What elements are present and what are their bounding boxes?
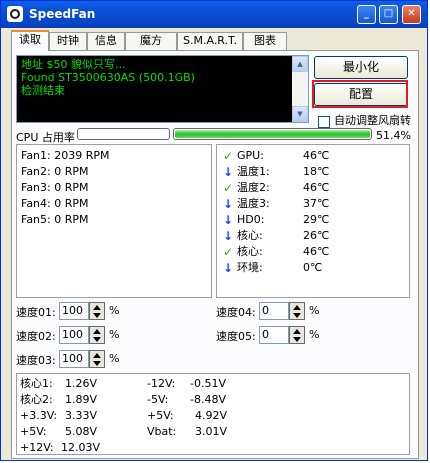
speed05-input[interactable]: 0: [259, 326, 289, 344]
window-title: SpeedFan: [29, 7, 96, 21]
check-icon: ✓: [222, 181, 234, 195]
fan-reading: Fan5: 0 RPM: [21, 213, 89, 226]
voltage-value: 4.92V: [195, 409, 228, 422]
tab-exotics[interactable]: 魔方: [125, 32, 177, 50]
log-box[interactable]: 地址 $50 貌似只写... Found ST3500630AS (500.1G…: [16, 55, 309, 123]
speed02-input[interactable]: 100: [59, 326, 89, 344]
fan-reading: Fan2: 0 RPM: [21, 165, 89, 178]
voltage-value: 1.89V: [65, 393, 98, 406]
speed03-input[interactable]: 100: [59, 350, 89, 368]
voltage-value: 1.26V: [65, 377, 98, 390]
fan-reading: Fan1: 2039 RPM: [21, 149, 110, 162]
speed-label: 速度01:: [16, 306, 56, 319]
maximize-window-button[interactable]: □: [379, 5, 398, 24]
voltage-label: +5V:: [20, 425, 47, 438]
speed-label: 速度05:: [216, 330, 256, 343]
scroll-down-icon[interactable]: ▼: [292, 106, 308, 122]
log-line: 检测结束: [21, 84, 65, 97]
voltage-label: +5V:: [147, 409, 174, 422]
voltage-value: 5.08V: [65, 425, 98, 438]
minimize-icon: _: [364, 8, 369, 19]
voltage-label: -12V:: [147, 377, 176, 390]
scroll-up-icon[interactable]: ▲: [292, 56, 308, 72]
arrow-down-icon: ↓: [222, 213, 234, 227]
voltage-panel: 核心1: 1.26V 核心2: 1.89V +3.3V: 3.33V +5V: …: [16, 373, 410, 455]
arrow-down-icon: ↓: [222, 261, 234, 275]
app-icon: [7, 6, 23, 22]
cpu-usage-label: CPU 占用率: [16, 131, 75, 144]
tab-smart[interactable]: S.M.A.R.T.: [177, 32, 243, 50]
arrow-down-icon: ↓: [222, 229, 234, 243]
minimize-window-button[interactable]: _: [357, 5, 376, 24]
voltage-label: 核心2:: [20, 393, 53, 406]
minimize-button[interactable]: 最小化: [314, 56, 408, 79]
config-highlight: [312, 80, 408, 108]
speed03-spinner[interactable]: [89, 350, 105, 368]
cpu-core2-fill: [175, 130, 370, 138]
log-line: 地址 $50 貌似只写...: [21, 58, 126, 71]
tab-clock[interactable]: 时钟: [49, 32, 87, 50]
cpu-core2-bar: [173, 128, 372, 140]
speed-unit: %: [309, 304, 320, 317]
voltage-label: -5V:: [147, 393, 169, 406]
speed-unit: %: [109, 328, 120, 341]
tab-readings[interactable]: 读取: [11, 30, 49, 51]
maximize-icon: □: [383, 8, 394, 19]
fan-reading: Fan3: 0 RPM: [21, 181, 89, 194]
speed-label: 速度03:: [16, 354, 56, 367]
speed-unit: %: [109, 304, 120, 317]
speed04-spinner[interactable]: [289, 302, 305, 320]
speed01-spinner[interactable]: [89, 302, 105, 320]
voltage-label: 核心1:: [20, 377, 53, 390]
speed-label: 速度04:: [216, 306, 256, 319]
close-window-button[interactable]: ✕: [402, 5, 421, 24]
fan-reading: Fan4: 0 RPM: [21, 197, 89, 210]
cpu-usage-value: 51.4%: [376, 129, 411, 142]
temperature-list: ✓ GPU: 46℃ ↓ 温度1: 18℃ ✓ 温度2: 46℃ ↓ 温度3: 37℃ ↓ HD0…: [216, 144, 410, 298]
log-scrollbar[interactable]: ▲ ▼: [292, 56, 308, 122]
cpu-core1-bar: [77, 128, 170, 140]
fan-list: Fan1: 2039 RPM Fan2: 0 RPM Fan3: 0 RPM F…: [16, 144, 212, 298]
tab-charts[interactable]: 图表: [243, 32, 287, 50]
close-icon: ✕: [407, 8, 416, 19]
log-line: Found ST3500630AS (500.1GB): [21, 71, 195, 84]
voltage-label: Vbat:: [147, 425, 177, 438]
arrow-down-icon: ↓: [222, 197, 234, 211]
tab-info[interactable]: 信息: [87, 32, 125, 50]
voltage-label: +12V:: [20, 441, 54, 454]
speed02-spinner[interactable]: [89, 326, 105, 344]
voltage-value: -0.51V: [190, 377, 226, 390]
voltage-value: 3.33V: [65, 409, 98, 422]
check-icon: ✓: [222, 245, 234, 259]
speed-unit: %: [109, 352, 120, 365]
voltage-label: +3.3V:: [20, 409, 58, 422]
speed-unit: %: [309, 328, 320, 341]
speed01-input[interactable]: 100: [59, 302, 89, 320]
title-bar[interactable]: SpeedFan _ □ ✕: [1, 1, 427, 28]
speed04-input[interactable]: 0: [259, 302, 289, 320]
voltage-value: 3.01V: [195, 425, 228, 438]
check-icon: ✓: [222, 149, 234, 163]
auto-fan-checkbox[interactable]: [318, 116, 330, 128]
speed-label: 速度02:: [16, 330, 56, 343]
arrow-down-icon: ↓: [222, 165, 234, 179]
voltage-value: -8.48V: [190, 393, 226, 406]
speed05-spinner[interactable]: [289, 326, 305, 344]
voltage-value: 12.03V: [61, 441, 101, 454]
